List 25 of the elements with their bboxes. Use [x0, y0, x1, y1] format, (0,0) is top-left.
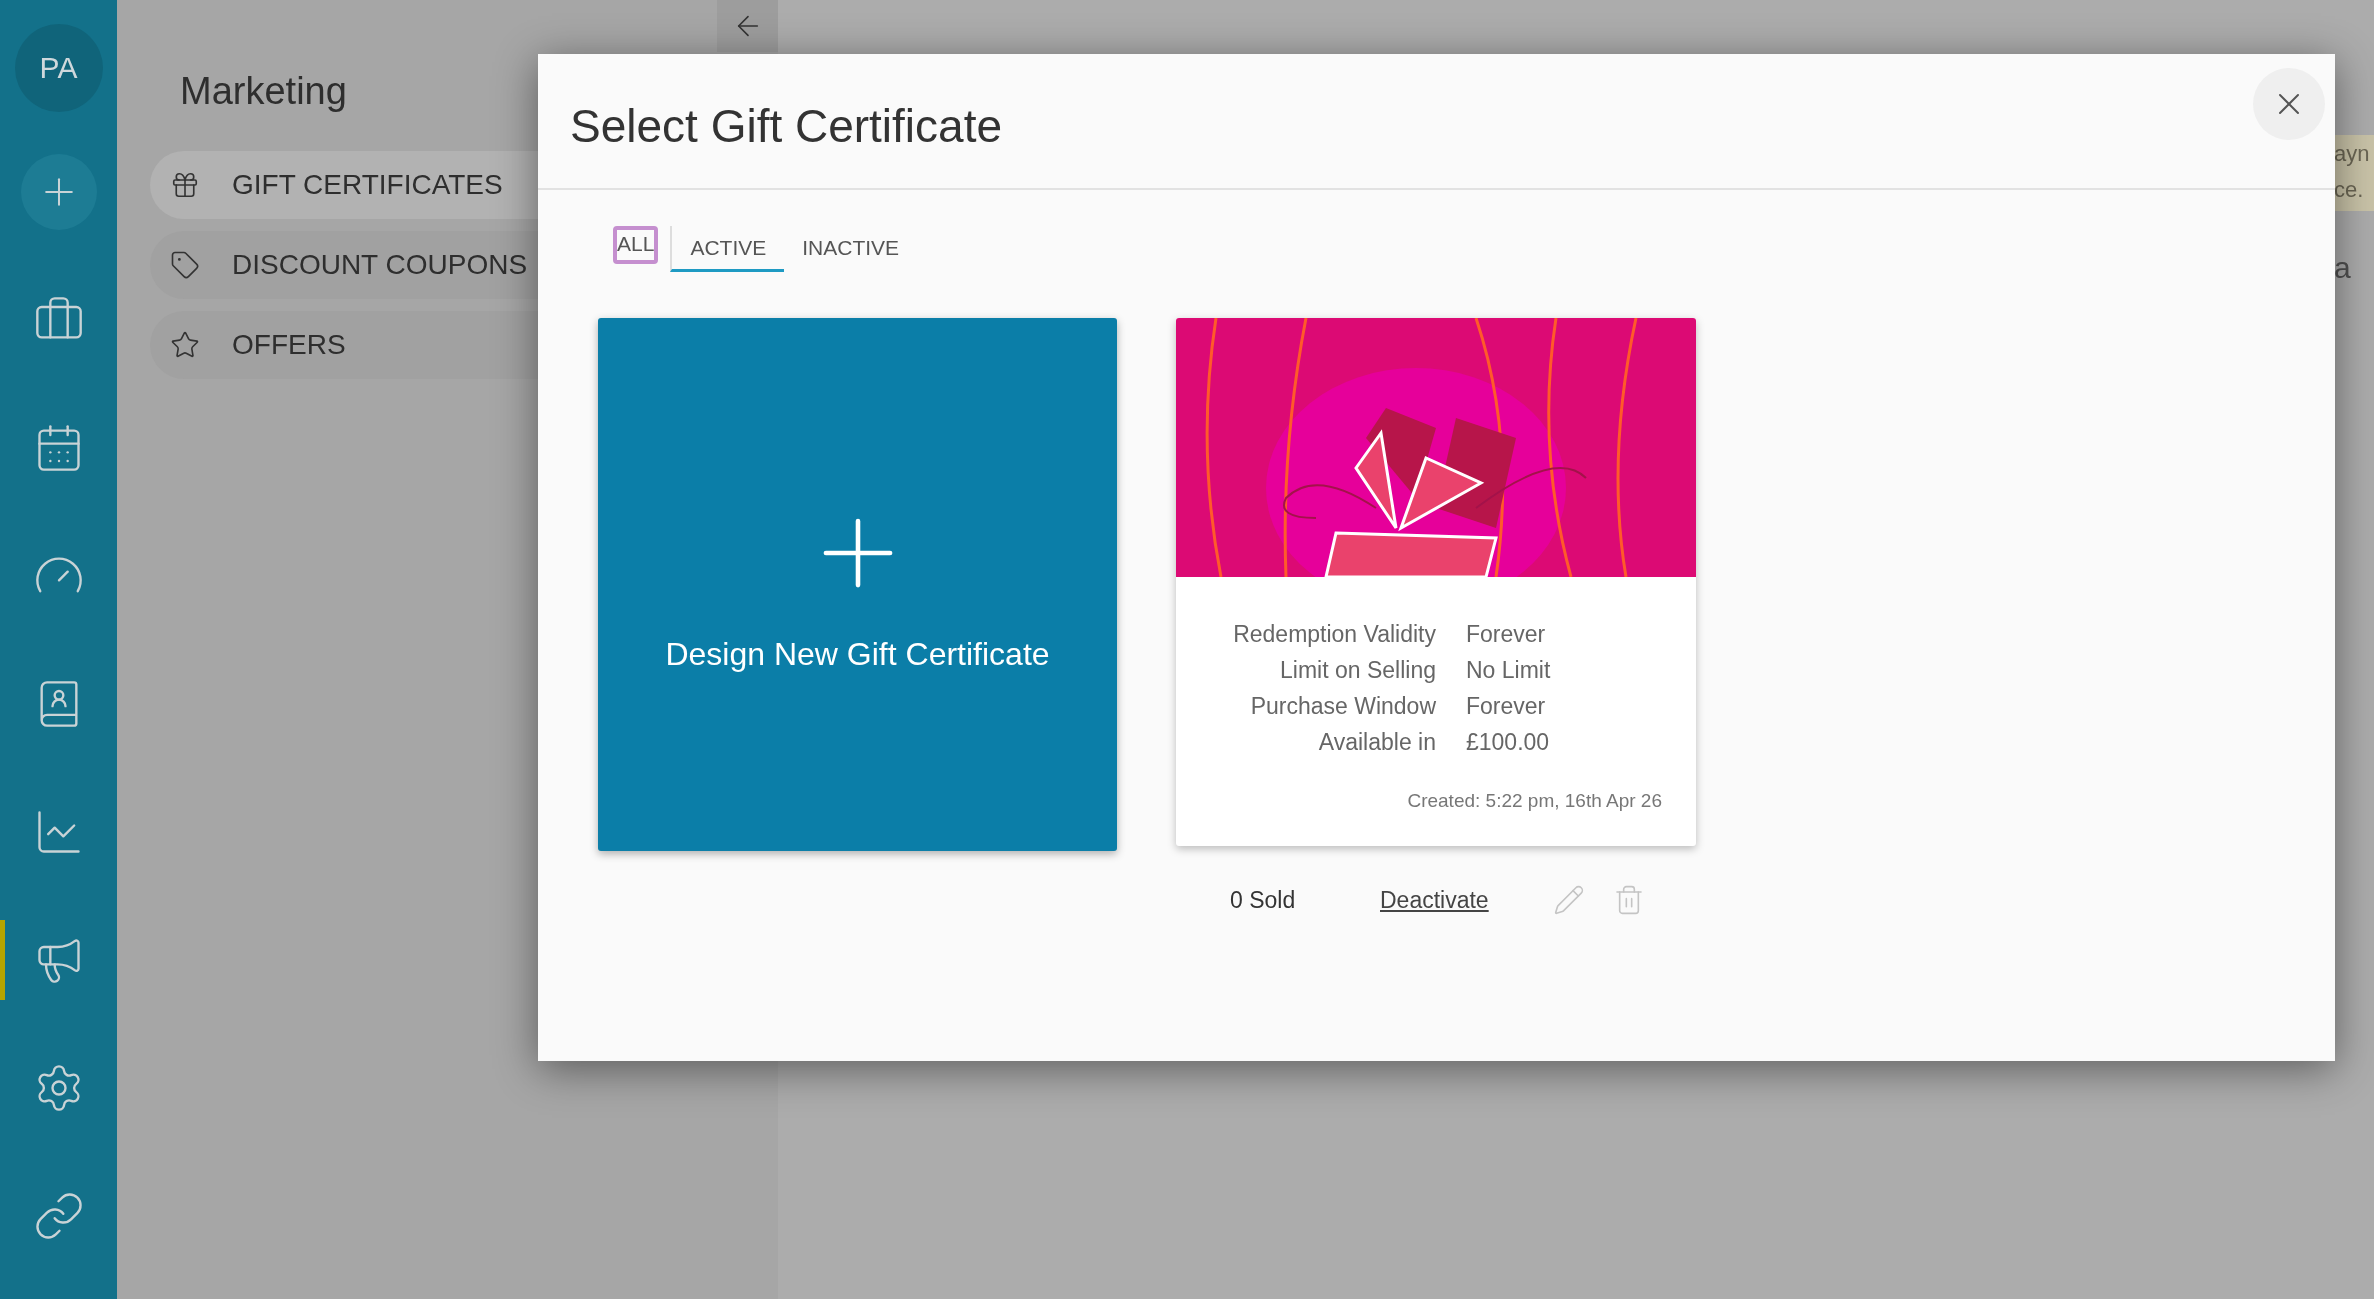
detail-label: Purchase Window	[1249, 693, 1436, 720]
notice-text: ce.	[2334, 177, 2365, 203]
back-button[interactable]	[717, 0, 778, 52]
deactivate-link[interactable]: Deactivate	[1380, 886, 1489, 914]
detail-value: Forever	[1466, 693, 1547, 720]
notice-text: ayn	[2334, 141, 2371, 167]
tag-icon	[170, 250, 200, 280]
detail-label: Limit on Selling	[1279, 657, 1436, 684]
detail-label: Redemption Validity	[1232, 621, 1436, 648]
star-icon	[170, 330, 200, 360]
dialog-title: Select Gift Certificate	[570, 99, 1003, 153]
detail-label: Available in	[1317, 729, 1436, 756]
tab[interactable]: INACTIVE	[784, 226, 918, 272]
tab[interactable]: ACTIVE	[670, 226, 785, 272]
gift-icon	[170, 170, 200, 200]
design-new-card[interactable]: Design New Gift Certificate	[598, 318, 1117, 851]
page-text: a	[2333, 251, 2352, 285]
user-avatar[interactable]: PA	[14, 24, 103, 112]
sold-count: 0 Sold	[1230, 886, 1297, 914]
detail-value: £100.00	[1466, 729, 1551, 756]
created-date: Created: 5:22 pm, 16th Apr 26	[1407, 790, 1662, 812]
certificate-card[interactable]: Redemption Validity Forever Limit on Selling No Limit Purchase Window Forever Available in £100.00 Created: 5:22 pm, 16th Apr 26	[1176, 318, 1696, 846]
section-title: Marketing	[180, 70, 348, 113]
detail-value: Forever	[1466, 621, 1547, 648]
detail-value: No Limit	[1466, 657, 1552, 684]
